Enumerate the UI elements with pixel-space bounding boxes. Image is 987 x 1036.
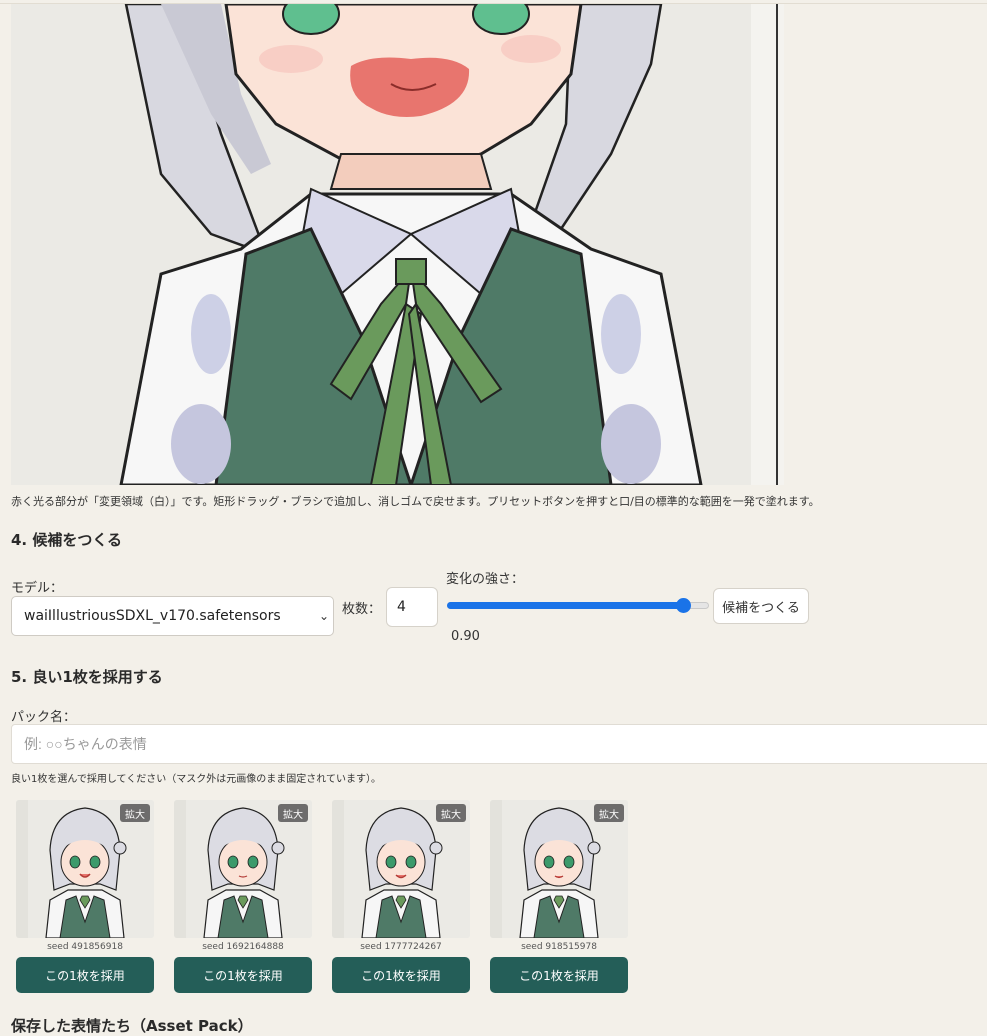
zoom-button[interactable]: 拡大 <box>278 804 308 822</box>
candidate-seed: seed 918515978 <box>521 942 597 952</box>
chevron-down-icon: ⌄ <box>318 609 329 623</box>
mask-editor-canvas[interactable] <box>11 4 784 485</box>
character-illustration <box>11 4 784 485</box>
slider-fill <box>447 602 683 609</box>
generate-section-title: 4. 候補をつくる <box>11 531 123 549</box>
model-select[interactable]: waiIllustriousSDXL_v170.safetensors ⌄ <box>11 596 334 636</box>
strength-value: 0.90 <box>451 629 480 644</box>
candidate-seed: seed 1777724267 <box>360 942 442 952</box>
strength-label: 変化の強さ： <box>446 572 525 587</box>
strength-slider[interactable] <box>447 597 709 613</box>
candidate-thumbnail[interactable]: 拡大 <box>16 800 154 938</box>
count-input[interactable]: 4 <box>386 587 438 627</box>
candidate-seed: seed 491856918 <box>47 942 123 952</box>
candidate-thumbnail[interactable]: 拡大 <box>332 800 470 938</box>
pack-name-label: パック名： <box>11 710 77 725</box>
adopt-candidate-button[interactable]: この1枚を採用 <box>16 957 154 993</box>
candidate-thumbnail[interactable]: 拡大 <box>490 800 628 938</box>
asset-pack-section-title: 保存した表情たち（Asset Pack） <box>11 1017 253 1035</box>
candidate-card: 拡大 seed 491856918 この1枚を採用 <box>16 800 156 993</box>
adopt-note: 良い1枚を選んで採用してください（マスク外は元画像のまま固定されています）。 <box>11 774 381 785</box>
adopt-candidate-button[interactable]: この1枚を採用 <box>332 957 470 993</box>
model-select-value: waiIllustriousSDXL_v170.safetensors <box>24 608 281 624</box>
candidate-card: 拡大 seed 1777724267 この1枚を採用 <box>332 800 472 993</box>
zoom-button[interactable]: 拡大 <box>594 804 624 822</box>
candidate-thumbnail[interactable]: 拡大 <box>174 800 312 938</box>
count-label: 枚数： <box>342 602 382 617</box>
candidate-card: 拡大 seed 1692164888 この1枚を採用 <box>174 800 314 993</box>
pack-name-input[interactable] <box>11 724 987 764</box>
adopt-candidate-button[interactable]: この1枚を採用 <box>174 957 312 993</box>
zoom-button[interactable]: 拡大 <box>120 804 150 822</box>
zoom-button[interactable]: 拡大 <box>436 804 466 822</box>
mask-hint-text: 赤く光る部分が「変更領域（白）」です。矩形ドラッグ・ブラシで追加し、消しゴムで戻… <box>11 495 820 508</box>
slider-thumb[interactable] <box>676 598 691 613</box>
adopt-section-title: 5. 良い1枚を採用する <box>11 668 163 686</box>
candidate-seed: seed 1692164888 <box>202 942 284 952</box>
count-input-value: 4 <box>397 599 406 615</box>
candidate-card: 拡大 seed 918515978 この1枚を採用 <box>490 800 630 993</box>
adopt-candidate-button[interactable]: この1枚を採用 <box>490 957 628 993</box>
model-label: モデル： <box>11 581 64 596</box>
generate-candidates-button[interactable]: 候補をつくる <box>713 588 809 624</box>
